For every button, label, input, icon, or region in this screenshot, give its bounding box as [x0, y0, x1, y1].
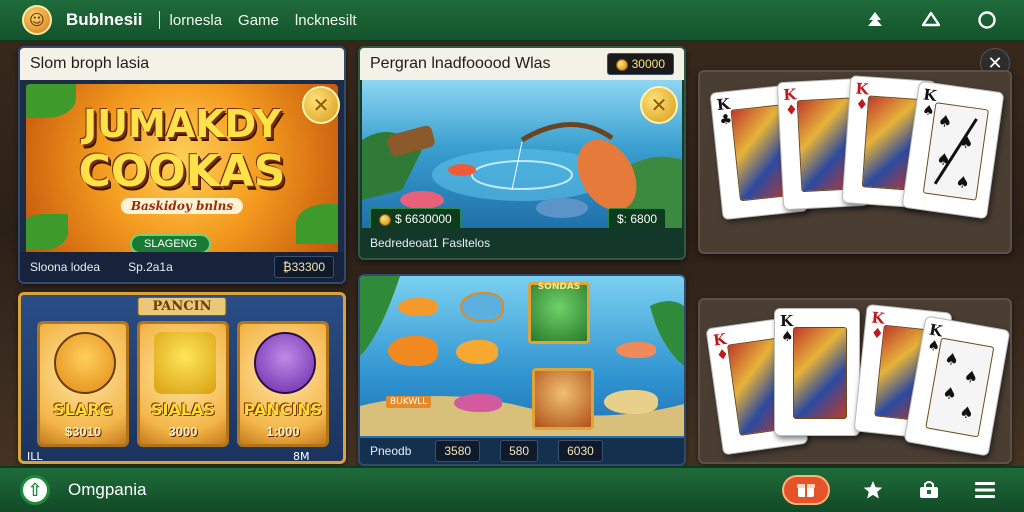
card-title: Slom broph lasia	[20, 48, 344, 80]
game-artwork: $ 6630000 $: 6800	[362, 80, 682, 230]
card-rank: K	[855, 79, 870, 99]
game-banner: PANCIN	[137, 297, 227, 316]
card-title: Pergran lnadfooood Wlas	[370, 55, 551, 72]
footer-value: 8M	[293, 450, 310, 463]
fish-icon	[604, 390, 658, 414]
footer-label: Sloona lodea	[30, 260, 101, 274]
footer-label: ILL	[27, 450, 43, 463]
value-chip: 3580	[435, 440, 481, 462]
leaf-decoration	[296, 204, 338, 244]
game-card-poker-2[interactable]: K ♦ K ♠ K ♦ K ♠ ♠ ♠ ♠ ♠	[698, 298, 1012, 464]
gift-icon[interactable]	[782, 475, 830, 505]
value-chip: 580	[500, 440, 539, 462]
footer-label: Pneodb	[370, 444, 412, 458]
game-card-slot[interactable]: Slom broph lasia JUMAKDY COOKAS Baskidoy…	[18, 46, 346, 284]
home-icon[interactable]	[920, 9, 942, 31]
value-chip: 6030	[558, 440, 603, 462]
reel-value: 3000	[168, 424, 198, 439]
card-header: Pergran lnadfooood Wlas 30000	[360, 48, 684, 80]
playing-card: K ♠	[774, 308, 860, 436]
game-logo-line1: JUMAKDY	[83, 102, 281, 146]
svg-text:♠: ♠	[958, 402, 975, 423]
king-face-image	[793, 327, 847, 419]
card-pips-image: ♠ ♠ ♠ ♠	[922, 102, 989, 201]
letter-a-symbol-icon	[154, 332, 216, 394]
fish-icon	[460, 292, 504, 322]
reel-slot-1: SLARG $3010	[37, 321, 129, 447]
reel-value: 1:000	[266, 424, 300, 439]
fish-icon	[454, 394, 502, 412]
footer-label: Bedredeoat1 Fasltelos	[370, 236, 491, 250]
close-coin-icon[interactable]: ✕	[302, 86, 340, 124]
svg-text:♠: ♠	[941, 383, 958, 404]
nav-divider	[158, 11, 160, 29]
card-footer: Sloona lodea Sp.2a1a ₿33300	[20, 252, 344, 282]
reel-slot-2: SIALAS 3000	[137, 321, 229, 447]
game-logo-line2: COOKAS	[78, 146, 286, 197]
game-card-ocean[interactable]: SONDAS BUKWLL Pneodb 3580 580 6030	[358, 274, 686, 466]
coin-icon	[615, 58, 628, 71]
card-rank: K	[780, 312, 794, 330]
game-card-reels[interactable]: PANCIN SLARG $3010 SIALAS 3000 PANCINS 1…	[18, 292, 346, 464]
bag-icon[interactable]	[916, 477, 942, 503]
nav-link-game[interactable]: Game	[238, 12, 279, 29]
bear-symbol-icon	[54, 332, 116, 394]
reel-name: SIALAS	[151, 400, 215, 419]
leaf-decoration	[26, 214, 68, 250]
win-chip: $: 6800	[608, 208, 667, 230]
nav-link-3[interactable]: lncknesilt	[295, 12, 357, 29]
portrait-label: SONDAS	[537, 282, 581, 292]
menu-icon[interactable]	[972, 477, 998, 503]
sign-label: BUKWLL	[386, 396, 432, 408]
coin-value: 30000	[631, 57, 665, 71]
svg-text:♠: ♠	[962, 366, 979, 387]
purple-cat-symbol-icon	[254, 332, 316, 394]
reel-name: PANCINS	[243, 400, 323, 419]
reel-value: $3010	[64, 424, 102, 439]
character-portrait-icon	[532, 368, 594, 430]
play-button[interactable]: SLAGENG	[130, 234, 212, 254]
card-rank: K	[782, 85, 797, 104]
card-footer: Pneodb 3580 580 6030	[360, 438, 684, 464]
close-coin-icon[interactable]: ✕	[640, 86, 678, 124]
svg-text:♠: ♠	[943, 349, 960, 370]
game-logo-subtitle: Baskidoy bnlns	[120, 198, 244, 214]
svg-text:♠: ♠	[937, 111, 954, 132]
reel-slot-3: PANCINS 1:000	[237, 321, 329, 447]
fish-icon	[388, 336, 438, 366]
star-icon[interactable]	[860, 477, 886, 503]
game-card-fishing[interactable]: Pergran lnadfooood Wlas 30000 $ 6630000 …	[358, 46, 686, 260]
card-footer: Bedredeoat1 Fasltelos	[360, 228, 684, 258]
circle-icon[interactable]	[976, 9, 998, 31]
brand-name[interactable]: Bublnesii	[66, 10, 143, 30]
bet-value: $ 6630000	[395, 212, 452, 226]
app-logo-icon[interactable]: ☺	[22, 5, 52, 35]
game-artwork: JUMAKDY COOKAS Baskidoy bnlns SLAGENG	[26, 84, 338, 256]
upload-arrow-icon[interactable]: ⇧	[20, 475, 50, 505]
fish-icon	[398, 298, 438, 316]
fish-icon	[616, 342, 656, 358]
nav-link-1[interactable]: lornesla	[170, 12, 223, 29]
game-card-poker[interactable]: K ♣ K ♦ K ♦ K ♠ ♠ ♠ ♠ ♠	[698, 70, 1012, 254]
tree-icon[interactable]	[864, 9, 886, 31]
bottom-navigation-bar: ⇧ Omgpania	[0, 466, 1024, 512]
bottom-title[interactable]: Omgpania	[68, 480, 146, 500]
playing-card: K ♠ ♠ ♠ ♠ ♠	[901, 80, 1005, 220]
jackpot-value: ₿33300	[273, 256, 334, 278]
footer-mid: Sp.2a1a	[128, 260, 173, 274]
fish-icon	[456, 340, 498, 364]
svg-text:♠: ♠	[954, 172, 971, 193]
card-suit: ♠	[781, 329, 794, 345]
bet-chip: $ 6630000	[370, 208, 461, 230]
reel-name: SLARG	[53, 400, 113, 419]
coin-badge: 30000	[606, 53, 674, 75]
top-navigation-bar: ☺ Bublnesii lornesla Game lncknesilt	[0, 0, 1024, 42]
coin-icon	[379, 213, 391, 226]
